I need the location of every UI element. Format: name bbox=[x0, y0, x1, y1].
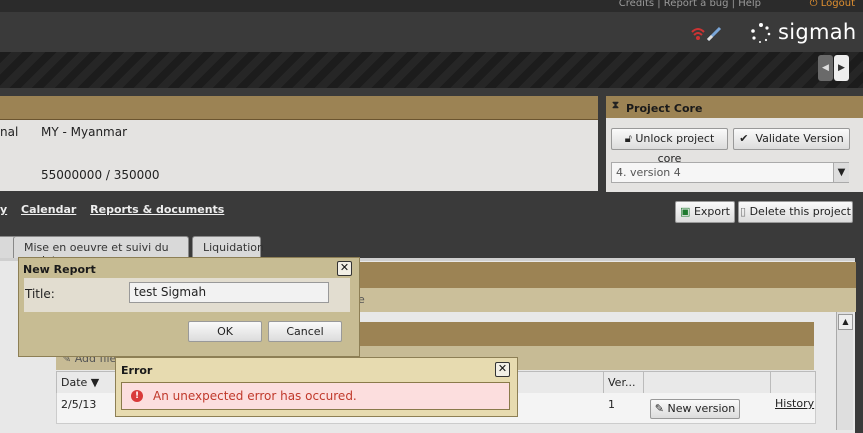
link-overview[interactable]: y bbox=[0, 203, 7, 216]
top-links[interactable]: Credits | Report a bug | Help bbox=[619, 0, 761, 9]
check-icon: ✔ bbox=[739, 132, 749, 145]
project-links: y Calendar Reports & documents bbox=[0, 203, 234, 216]
scroll-right-icon[interactable]: ▶ bbox=[834, 55, 849, 81]
field-label: nal bbox=[0, 125, 19, 139]
scrollbar[interactable]: ▲ bbox=[836, 312, 853, 430]
error-icon: ! bbox=[131, 390, 143, 402]
column-divider bbox=[770, 371, 771, 393]
ok-button[interactable]: OK bbox=[188, 321, 262, 342]
title-input[interactable]: test Sigmah bbox=[129, 282, 329, 303]
unlock-project-core-button[interactable]: 🔓︎ Unlock project core bbox=[611, 128, 728, 165]
link-calendar[interactable]: Calendar bbox=[21, 203, 76, 216]
new-version-button[interactable]: ✎ New version bbox=[650, 399, 740, 419]
tab-liquidation[interactable]: Liquidation bbox=[192, 236, 264, 258]
sigmah-logo: sigmah bbox=[778, 20, 857, 44]
version-select[interactable]: 4. version 4 bbox=[611, 162, 849, 183]
paperclip-icon: ✎ bbox=[654, 402, 664, 415]
logout-label[interactable]: Logout bbox=[821, 0, 855, 9]
unlock-icon: 🔓︎ bbox=[624, 132, 632, 145]
validate-version-button[interactable]: ✔ Validate Version bbox=[733, 128, 850, 150]
close-icon[interactable]: ✕ bbox=[495, 362, 510, 377]
column-date-label: Date bbox=[61, 376, 88, 389]
row-date: 2/5/13 bbox=[61, 398, 97, 411]
project-core-title: Project Core bbox=[626, 102, 703, 115]
scroll-up-icon[interactable]: ▲ bbox=[838, 314, 853, 330]
tab-mise-en-oeuvre[interactable]: Mise en oeuvre et suivi du projet bbox=[13, 236, 189, 267]
country-value: MY - Myanmar bbox=[41, 125, 128, 139]
validate-label: Validate Version bbox=[755, 132, 844, 145]
budget-value: 55000000 / 350000 bbox=[41, 168, 160, 182]
delete-project-button[interactable]: ▯ Delete this project bbox=[738, 201, 853, 223]
scroll-left-icon[interactable]: ◀ bbox=[818, 55, 833, 81]
history-link[interactable]: History bbox=[775, 397, 814, 410]
sigmah-logo-icon bbox=[751, 23, 771, 43]
column-divider bbox=[603, 371, 604, 393]
close-icon[interactable]: ✕ bbox=[337, 261, 352, 276]
sort-down-icon: ▼ bbox=[90, 376, 100, 389]
row-version: 1 bbox=[608, 398, 615, 411]
export-button[interactable]: ▣ Export bbox=[675, 201, 735, 223]
new-version-label: New version bbox=[667, 402, 736, 415]
error-message: An unexpected error has occured. bbox=[153, 389, 357, 403]
error-title: Error bbox=[121, 364, 153, 377]
trash-icon: ▯ bbox=[740, 205, 747, 218]
column-date[interactable]: Date ▼ bbox=[61, 376, 99, 389]
collapse-icon[interactable]: ⧗ bbox=[612, 100, 619, 111]
nav-arrows: ◀ ▶ bbox=[817, 55, 849, 81]
export-label: Export bbox=[693, 205, 730, 218]
logo-area bbox=[0, 12, 863, 52]
link-reports[interactable]: Reports & documents bbox=[90, 203, 224, 216]
title-label: Title: bbox=[25, 287, 55, 301]
column-divider bbox=[643, 371, 644, 393]
excel-icon: ▣ bbox=[680, 205, 691, 218]
project-info-header bbox=[0, 96, 598, 120]
delete-label: Delete this project bbox=[749, 205, 851, 218]
connection-status-icon bbox=[691, 26, 722, 42]
chevron-down-icon[interactable]: ▼ bbox=[833, 163, 849, 182]
cancel-button[interactable]: Cancel bbox=[268, 321, 342, 342]
column-version[interactable]: Ver... bbox=[608, 376, 635, 389]
logout-link[interactable]: ⏻ Logout bbox=[810, 0, 855, 9]
header-banner bbox=[0, 52, 863, 88]
dialog-title: New Report bbox=[23, 263, 96, 276]
